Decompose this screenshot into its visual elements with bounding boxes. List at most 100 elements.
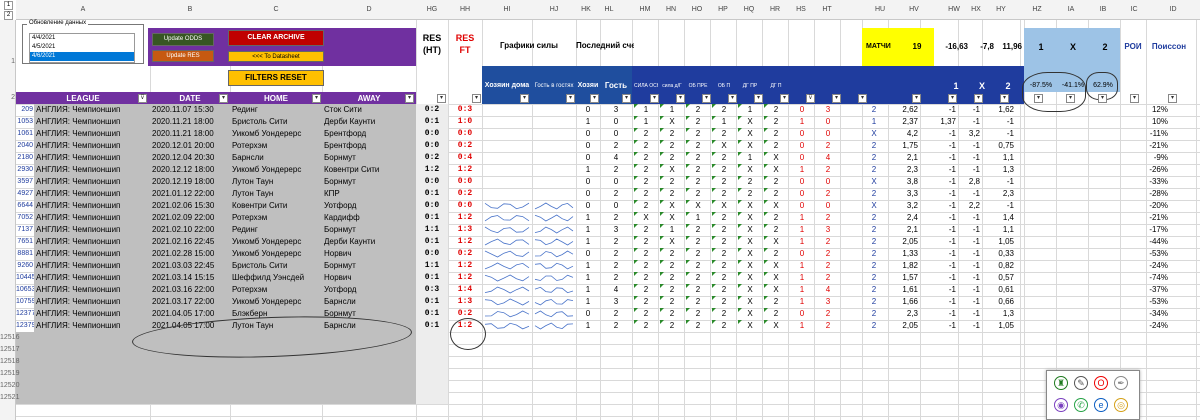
ft-score-cell[interactable]: 0:3 (448, 104, 482, 116)
ft-score-cell[interactable]: 1:3 (448, 296, 482, 308)
hw-cell[interactable]: -1 (930, 224, 958, 236)
update-list-box[interactable]: Обновление данных 4/4/2021 4/5/2021 4/6/20… (22, 20, 144, 64)
ht-score-cell[interactable]: 0:2 (416, 152, 448, 164)
row-number[interactable]: 7651 (16, 236, 34, 248)
roi-cell[interactable]: -28% (1120, 188, 1170, 200)
filter-dropdown-button[interactable]: ▾ (912, 94, 921, 103)
row-number[interactable]: 1 (0, 56, 16, 68)
guest-goals-cell[interactable]: 0 (600, 176, 632, 188)
home-cell[interactable]: Уикомб Уондерерс (230, 164, 322, 176)
ht-cell[interactable]: 2 (816, 212, 840, 224)
hu-cell[interactable]: 2 (862, 260, 886, 272)
ft-score-cell[interactable]: 0:0 (448, 200, 482, 212)
home-cell[interactable]: Уикомб Уондерерс (230, 296, 322, 308)
hx-cell[interactable]: -1 (958, 212, 982, 224)
ht-cell[interactable]: 2 (816, 308, 840, 320)
roi-cell[interactable]: 10% (1120, 116, 1170, 128)
date-cell[interactable]: 2021.03.17 22:00 (150, 296, 230, 308)
roi-cell[interactable]: -44% (1120, 236, 1170, 248)
column-header-hr[interactable]: HR (764, 6, 786, 13)
hx-cell[interactable]: -1 (958, 140, 982, 152)
hs-cell[interactable]: 0 (790, 200, 814, 212)
update-res-button[interactable]: Update RES (152, 50, 214, 62)
filter-dropdown-button[interactable]: ▾ (728, 94, 737, 103)
hv-cell[interactable]: 3,2 (890, 200, 920, 212)
league-cell[interactable]: АНГЛИЯ: Чемпионшип (34, 212, 150, 224)
filter-dropdown-button[interactable]: ▾ (676, 94, 685, 103)
hu-cell[interactable]: 2 (862, 104, 886, 116)
opera-icon[interactable]: O (1094, 376, 1108, 390)
column-header-d[interactable]: D (322, 6, 416, 13)
away-cell[interactable]: Уотфорд (322, 284, 416, 296)
roi-cell[interactable]: -34% (1120, 308, 1170, 320)
update-list-item[interactable]: 4/4/2021 (30, 34, 134, 43)
filter-dropdown-button[interactable]: ▾ (650, 94, 659, 103)
ht-cell[interactable]: 2 (816, 320, 840, 332)
hv-cell[interactable]: 2,05 (890, 236, 920, 248)
hu-cell[interactable]: 2 (862, 164, 886, 176)
date-cell[interactable]: 2020.11.21 18:00 (150, 116, 230, 128)
hy-cell[interactable]: 0,61 (986, 284, 1016, 296)
clear-archive-button[interactable]: CLEAR ARCHIVE (228, 30, 324, 46)
ft-score-cell[interactable]: 0:4 (448, 152, 482, 164)
row-number[interactable]: 2 (0, 92, 16, 104)
row-number[interactable]: 2040 (16, 140, 34, 152)
column-header-hi[interactable]: HI (482, 6, 532, 13)
date-cell[interactable]: 2020.12.01 20:00 (150, 140, 230, 152)
filter-dropdown-button[interactable]: ▾ (974, 94, 983, 103)
row-number[interactable]: 7052 (16, 212, 34, 224)
hs-cell[interactable]: 0 (790, 140, 814, 152)
column-header-hj[interactable]: HJ (532, 6, 576, 13)
column-header-ic[interactable]: IC (1120, 6, 1148, 13)
date-cell[interactable]: 2021.02.28 15:00 (150, 248, 230, 260)
column-header-hy[interactable]: HY (990, 6, 1012, 13)
ht-cell[interactable]: 2 (816, 260, 840, 272)
guest-goals-cell[interactable]: 3 (600, 104, 632, 116)
date-cell[interactable]: 2020.12.12 18:00 (150, 164, 230, 176)
row-number[interactable]: 6644 (16, 200, 34, 212)
ht-cell[interactable]: 2 (816, 236, 840, 248)
guest-goals-cell[interactable]: 0 (600, 128, 632, 140)
filter-dropdown-button[interactable]: ▾ (1000, 94, 1009, 103)
filter-dropdown-button[interactable]: ▾ (566, 94, 575, 103)
ft-score-cell[interactable]: 1:2 (448, 236, 482, 248)
filter-dropdown-button[interactable]: ▾ (437, 94, 446, 103)
hy-cell[interactable]: 0,33 (986, 248, 1016, 260)
filter-dropdown-button[interactable]: ▾ (858, 94, 867, 103)
hy-cell[interactable]: -1 (986, 176, 1016, 188)
row-number[interactable]: 12517 (0, 344, 19, 356)
column-header-hh[interactable]: HH (448, 6, 482, 13)
row-number[interactable]: 12516 (0, 332, 19, 344)
ht-score-cell[interactable]: 1:2 (416, 164, 448, 176)
away-cell[interactable]: КПР (322, 188, 416, 200)
row-number[interactable]: 9260 (16, 260, 34, 272)
row-number[interactable]: 7137 (16, 224, 34, 236)
hs-cell[interactable]: 0 (790, 308, 814, 320)
hs-cell[interactable]: 1 (790, 164, 814, 176)
column-header-hx[interactable]: HX (966, 6, 986, 13)
column-header-hw[interactable]: HW (940, 6, 968, 13)
away-cell[interactable]: Дерби Каунти (322, 116, 416, 128)
hy-cell[interactable]: -1 (986, 128, 1016, 140)
hs-cell[interactable]: 0 (790, 188, 814, 200)
guest-goals-cell[interactable]: 2 (600, 188, 632, 200)
column-header-ib[interactable]: IB (1088, 6, 1118, 13)
ht-cell[interactable]: 4 (816, 284, 840, 296)
column-header-hn[interactable]: HN (660, 6, 682, 13)
ht-score-cell[interactable]: 0:1 (416, 212, 448, 224)
row-number[interactable]: 12519 (0, 368, 19, 380)
hy-cell[interactable]: 1,1 (986, 152, 1016, 164)
date-cell[interactable]: 2021.04.05 17:00 (150, 308, 230, 320)
hx-cell[interactable]: -1 (958, 296, 982, 308)
hw-cell[interactable]: -1 (930, 284, 958, 296)
date-cell[interactable]: 2020.12.19 18:00 (150, 176, 230, 188)
column-header-hz[interactable]: HZ (1022, 6, 1052, 13)
row-number[interactable]: 1053 (16, 116, 34, 128)
hx-cell[interactable]: -1 (958, 152, 982, 164)
row-number[interactable]: 10653 (16, 284, 34, 296)
roi-cell[interactable]: -74% (1120, 272, 1170, 284)
hu-cell[interactable]: 2 (862, 296, 886, 308)
roi-cell[interactable]: -26% (1120, 164, 1170, 176)
ht-score-cell[interactable]: 0:1 (416, 116, 448, 128)
hv-cell[interactable]: 2,05 (890, 320, 920, 332)
